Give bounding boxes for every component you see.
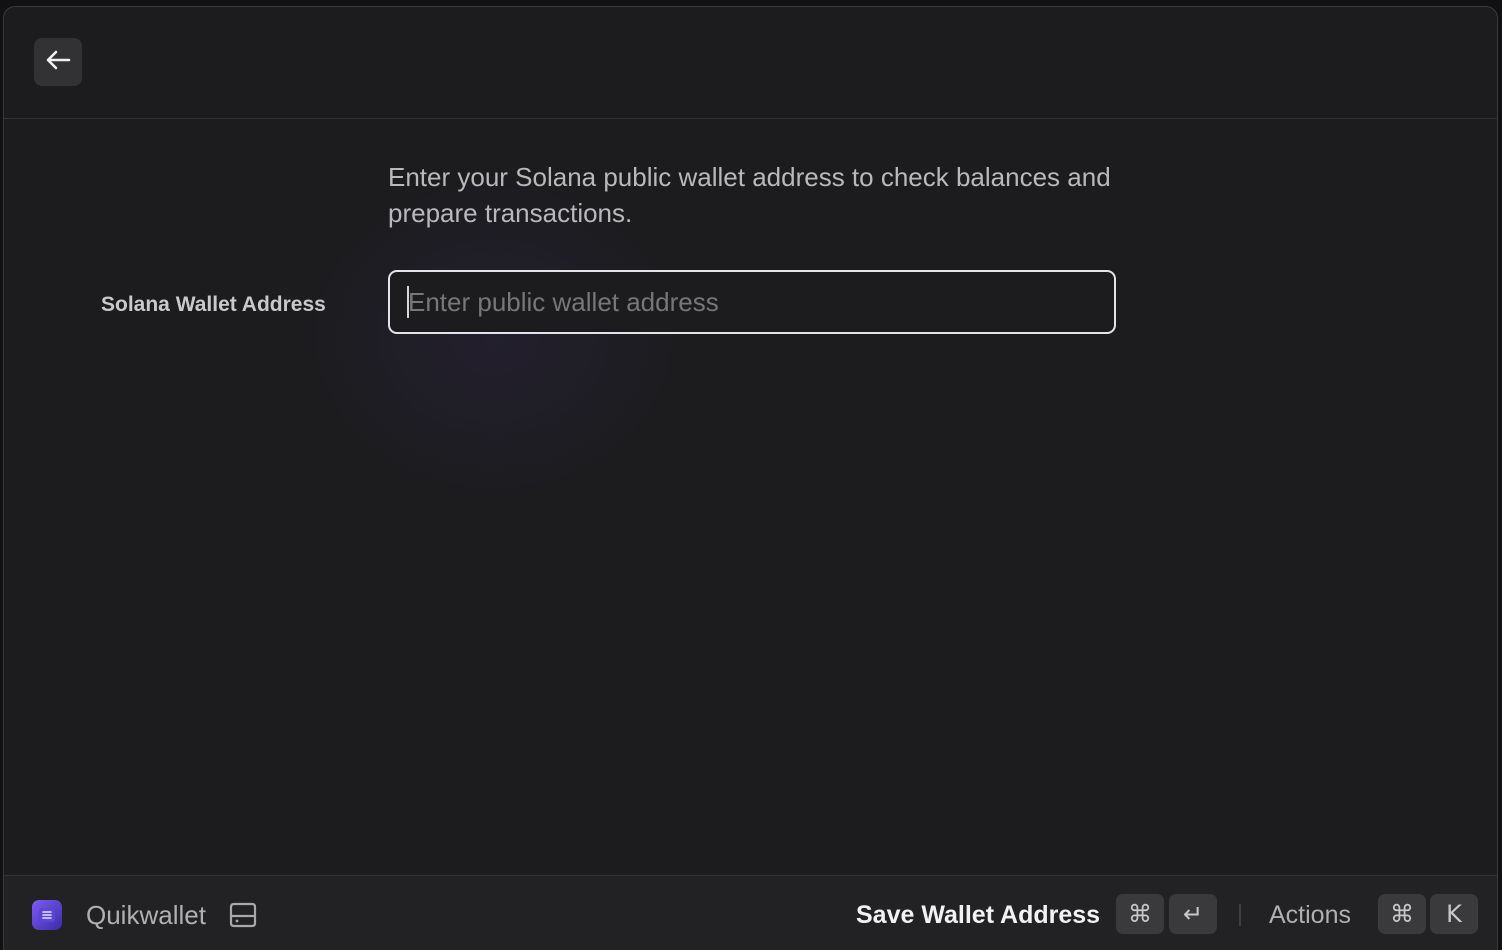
- quikwallet-app-icon: [32, 900, 62, 930]
- command-key-icon: ⌘: [1116, 894, 1164, 934]
- extension-window: Enter your Solana public wallet address …: [3, 6, 1498, 950]
- command-key-icon: ⌘: [1378, 894, 1426, 934]
- form-description: Enter your Solana public wallet address …: [388, 162, 1111, 228]
- wallet-address-input[interactable]: [388, 270, 1116, 334]
- action-bar: Quikwallet Save Wallet Address ⌘ ↵ Actio…: [4, 875, 1497, 950]
- app-name: Quikwallet: [86, 900, 206, 930]
- text-caret: [407, 286, 409, 318]
- actions-button[interactable]: Actions: [1269, 899, 1351, 931]
- wallet-address-label: Solana Wallet Address: [101, 293, 326, 316]
- hard-drive-icon[interactable]: [228, 900, 258, 935]
- top-bar: [4, 7, 1497, 119]
- footer-divider: [1239, 904, 1241, 926]
- arrow-left-icon: [45, 49, 71, 76]
- back-button[interactable]: [34, 38, 82, 86]
- return-key-icon: ↵: [1169, 894, 1217, 934]
- k-key-icon: K: [1430, 894, 1478, 934]
- save-wallet-address-button[interactable]: Save Wallet Address: [856, 899, 1100, 931]
